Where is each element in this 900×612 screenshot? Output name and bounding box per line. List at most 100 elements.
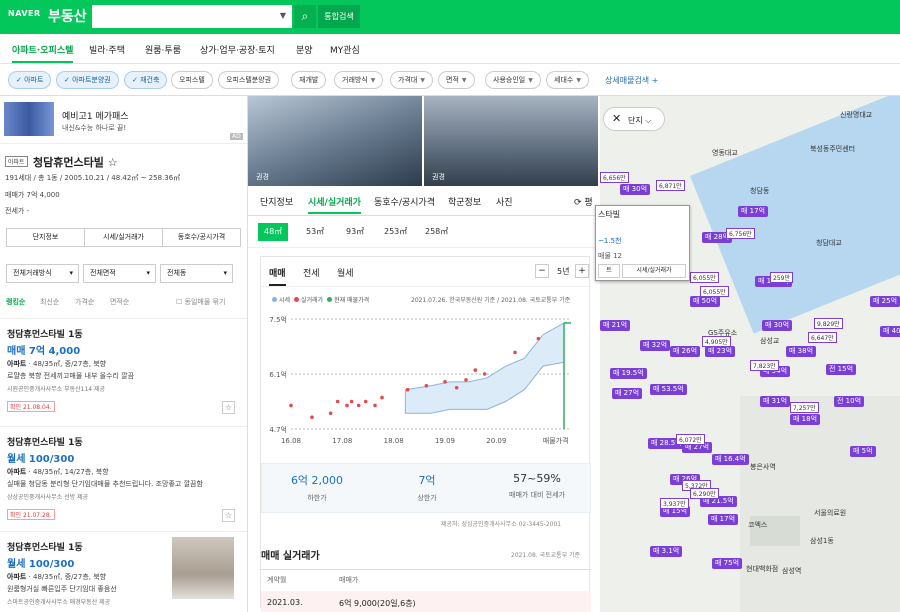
map-price-pin[interactable]: 매 75억 bbox=[712, 558, 743, 569]
map-price-pin[interactable]: 매 17억 bbox=[738, 206, 769, 217]
search-input[interactable]: ▼ bbox=[92, 5, 292, 28]
filter-area[interactable]: 면적 ▼ bbox=[438, 71, 475, 89]
star-icon[interactable]: ☆ bbox=[222, 509, 235, 522]
map-price-pin[interactable]: 매 30억 bbox=[762, 320, 793, 331]
map-price-pin[interactable]: 매 25억 bbox=[870, 296, 900, 307]
map-price-pin[interactable]: 매 30억 bbox=[620, 184, 651, 195]
map-unit-badge[interactable]: 6,647만 bbox=[808, 332, 837, 343]
map-popup[interactable]: 스타빌 ~1.5천 매물 12 트 시세/실거래가 bbox=[595, 205, 690, 281]
filter-officetel-presale[interactable]: 오피스텔분양권 bbox=[218, 71, 280, 89]
area-select[interactable]: 전체면적 ▾ bbox=[83, 264, 156, 283]
filter-price[interactable]: 가격대 ▼ bbox=[390, 71, 433, 89]
list-item[interactable]: 청담휴먼스타빌 1동 매매 7억 4,000 아파트 · 48/35㎡, 중/2… bbox=[0, 318, 247, 426]
map-price-pin[interactable]: 매 21억 bbox=[600, 320, 631, 331]
tab-photos[interactable]: 사진 bbox=[496, 195, 513, 208]
star-icon[interactable]: ☆ bbox=[108, 156, 118, 169]
sort-ranking[interactable]: 랭킹순 bbox=[6, 297, 25, 307]
map-price-pin[interactable]: 전 15억 bbox=[826, 364, 857, 375]
map-price-pin[interactable]: 매 53.5억 bbox=[650, 384, 687, 395]
map-price-pin[interactable]: 매 5억 bbox=[850, 446, 876, 457]
filter-households[interactable]: 세대수 ▼ bbox=[546, 71, 589, 89]
sort-area[interactable]: 면적순 bbox=[110, 297, 129, 307]
complex-photo[interactable]: 권경 bbox=[248, 96, 422, 186]
filter-officetel[interactable]: 오피스텔 bbox=[171, 71, 213, 89]
map-unit-badge[interactable]: 6,290만 bbox=[690, 488, 719, 499]
size-option[interactable]: 253㎡ bbox=[378, 223, 413, 241]
map-unit-badge[interactable]: 3,937만 bbox=[660, 498, 689, 509]
sort-price[interactable]: 가격순 bbox=[75, 297, 94, 307]
tab-complex-info[interactable]: 단지정보 bbox=[260, 195, 293, 208]
tab-school[interactable]: 학군정보 bbox=[448, 195, 481, 208]
list-item[interactable]: 청담휴먼스타빌 1동 월세 100/300 아파트 · 48/35㎡, 중/27… bbox=[0, 531, 247, 612]
map-unit-badge[interactable]: 6,072만 bbox=[676, 434, 705, 445]
tab-my[interactable]: MY관심 bbox=[330, 43, 360, 56]
map-price-pin[interactable]: 전 10억 bbox=[834, 396, 865, 407]
price-button[interactable]: 시세/실거래가 bbox=[84, 228, 163, 247]
map-unit-badge[interactable]: 6,871만 bbox=[656, 180, 685, 191]
list-item[interactable]: 청담휴먼스타빌 1동 월세 100/300 아파트 · 48/35㎡, 14/2… bbox=[0, 426, 247, 531]
service-name[interactable]: 부동산 bbox=[48, 6, 87, 26]
map-filter-control[interactable]: ✕ 단지 ⌵ bbox=[603, 107, 665, 131]
filter-rebuild[interactable]: ✓ 재건축 bbox=[124, 71, 168, 89]
size-option[interactable]: 53㎡ bbox=[300, 223, 330, 241]
map-price-pin[interactable]: 매 27억 bbox=[612, 388, 643, 399]
search-button[interactable]: ⌕ bbox=[294, 5, 316, 28]
detail-search-link[interactable]: 상세매물검색 + bbox=[605, 75, 658, 86]
map-area[interactable]: 매 30억매 17억매 28억매 19.5억매 50억매 21억매 32억매 2… bbox=[600, 96, 900, 612]
map-price-pin[interactable]: 매 23억 bbox=[705, 346, 736, 357]
map-price-pin[interactable]: 매 40억 bbox=[880, 326, 900, 337]
map-price-pin[interactable]: 매 18억 bbox=[790, 414, 821, 425]
popup-price-button[interactable]: 시세/실거래가 bbox=[622, 264, 686, 278]
map-price-pin[interactable]: 매 16.4억 bbox=[712, 454, 749, 465]
map-price-pin[interactable]: 매 31억 bbox=[760, 396, 791, 407]
map-unit-badge[interactable]: 9,829만 bbox=[814, 318, 843, 329]
ad-banner[interactable]: 예비고1 메가패스 내신&수능 하나로 끝! AD bbox=[0, 96, 247, 144]
listing-price: 월세 100/300 bbox=[7, 559, 75, 570]
map-unit-badge[interactable]: 6,055만 bbox=[700, 286, 729, 297]
size-option[interactable]: 48㎡ bbox=[258, 223, 289, 241]
map-price-pin[interactable]: 매 19.5억 bbox=[610, 368, 647, 379]
map-price-pin[interactable]: 매 50억 bbox=[690, 296, 721, 307]
complex-photo[interactable]: 권경 bbox=[424, 96, 598, 186]
close-icon[interactable]: ✕ bbox=[612, 112, 621, 125]
filter-redevelop[interactable]: 재개발 bbox=[291, 71, 327, 89]
map-unit-badge[interactable]: 6,656만 bbox=[600, 172, 629, 183]
table-row[interactable]: 2021.03. 6억 9,000(20일,6층) bbox=[261, 591, 591, 612]
listing-thumbnail[interactable] bbox=[172, 537, 234, 599]
filter-trade-type[interactable]: 거래방식 ▼ bbox=[334, 71, 384, 89]
chevron-down-icon[interactable]: ▼ bbox=[280, 11, 286, 20]
building-select[interactable]: 전체동 ▾ bbox=[160, 264, 233, 283]
filter-apartment-presale[interactable]: ✓ 아파트분양권 bbox=[56, 71, 119, 89]
group-same-checkbox[interactable]: ☐ 동일매물 묶기 bbox=[176, 297, 225, 307]
trade-type-select[interactable]: 전체거래방식 ▾ bbox=[6, 264, 79, 283]
size-option[interactable]: 258㎡ bbox=[419, 223, 454, 241]
integrated-search-button[interactable]: 통합검색 bbox=[318, 5, 360, 28]
tab-oneroom[interactable]: 원룸·투룸 bbox=[145, 43, 181, 56]
filter-apartment[interactable]: ✓ 아파트 bbox=[8, 71, 52, 89]
sort-latest[interactable]: 최신순 bbox=[40, 297, 59, 307]
map-unit-badge[interactable]: 259만 bbox=[770, 272, 793, 283]
tab-unit-price[interactable]: 동호수/공시가격 bbox=[374, 195, 435, 208]
map-price-pin[interactable]: 매 3.1억 bbox=[650, 546, 683, 557]
map-price-pin[interactable]: 매 38억 bbox=[786, 346, 817, 357]
tab-presale[interactable]: 분양 bbox=[296, 43, 313, 56]
tab-price[interactable]: 시세/실거래가 bbox=[308, 195, 361, 214]
map-unit-badge[interactable]: 6,756만 bbox=[726, 228, 755, 239]
size-option[interactable]: 93㎡ bbox=[340, 223, 370, 241]
tab-apartment[interactable]: 아파트·오피스텔 bbox=[12, 43, 74, 63]
filter-approval-date[interactable]: 사용승인일 ▼ bbox=[485, 71, 541, 89]
map-price-pin[interactable]: 매 32억 bbox=[640, 340, 671, 351]
tab-villa[interactable]: 빌라·주택 bbox=[89, 43, 125, 56]
map-unit-badge[interactable]: 6,055만 bbox=[690, 272, 719, 283]
share-button[interactable]: ⟳ 평 bbox=[574, 195, 593, 208]
unit-price-button[interactable]: 동호수/공시가격 bbox=[162, 228, 241, 247]
map-unit-badge[interactable]: 7,257만 bbox=[790, 402, 819, 413]
map-price-pin[interactable]: 매 26억 bbox=[670, 346, 701, 357]
complex-info-button[interactable]: 단지정보 bbox=[6, 228, 85, 247]
tab-commercial[interactable]: 상가·업무·공장·토지 bbox=[200, 43, 275, 56]
naver-logo[interactable]: NAVER bbox=[8, 9, 41, 18]
map-unit-badge[interactable]: 7,823만 bbox=[750, 360, 779, 371]
popup-button[interactable]: 트 bbox=[598, 264, 620, 278]
map-price-pin[interactable]: 매 17억 bbox=[708, 514, 739, 525]
star-icon[interactable]: ☆ bbox=[222, 401, 235, 414]
